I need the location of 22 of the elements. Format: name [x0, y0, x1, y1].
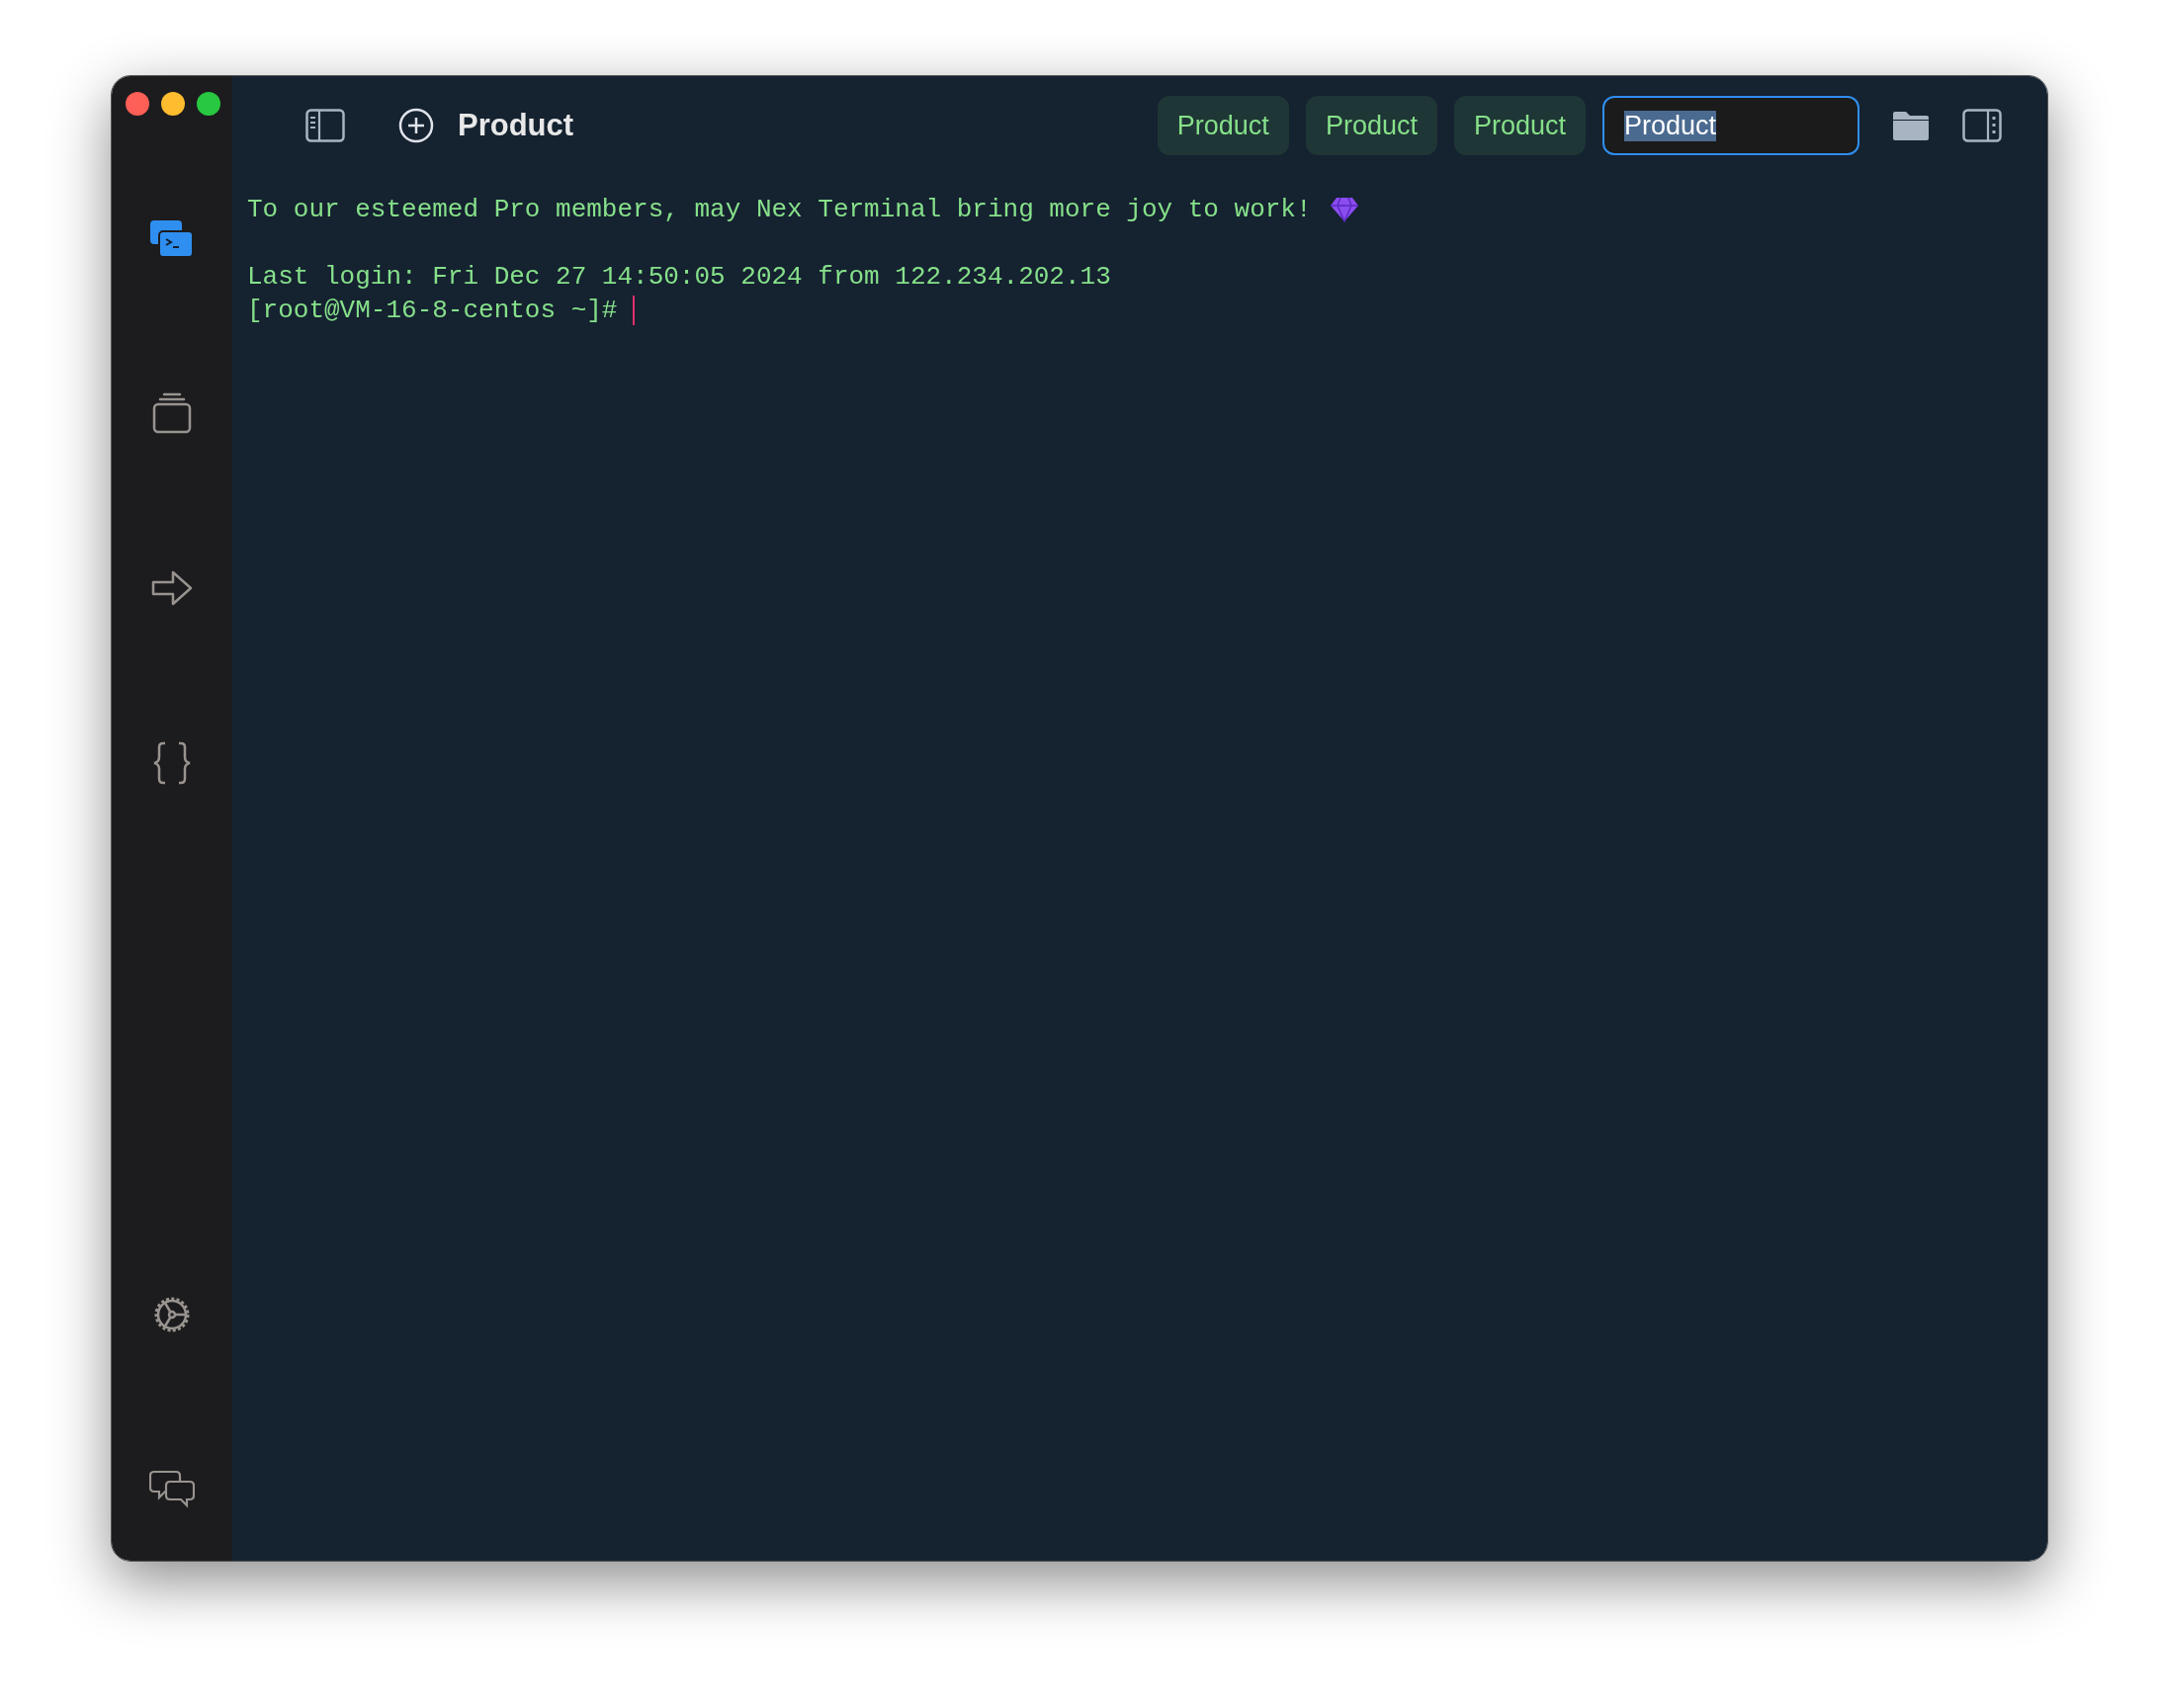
text-cursor [633, 296, 636, 325]
session-title: Product [458, 108, 574, 143]
arrow-icon [150, 568, 194, 607]
session-tab[interactable]: Product [1157, 96, 1289, 155]
minimize-button[interactable] [161, 92, 185, 116]
terminal-line: To our esteemed Pro members, may Nex Terminal bring more joy to work! [247, 194, 1312, 226]
right-panel-icon[interactable] [1962, 109, 2002, 142]
chat-icon [149, 1469, 195, 1509]
session-tab[interactable]: Product [1305, 96, 1437, 155]
close-button[interactable] [126, 92, 149, 116]
terminal-icon [149, 219, 195, 259]
session-tab[interactable]: Product [1453, 96, 1586, 155]
braces-icon [152, 740, 192, 785]
add-icon[interactable] [398, 108, 434, 143]
diamond-icon [1329, 197, 1359, 222]
terminal-line: Last login: Fri Dec 27 14:50:05 2024 from 122.234.202.13 [247, 261, 1111, 294]
zoom-button[interactable] [197, 92, 220, 116]
layers-icon [152, 391, 192, 434]
sidebar-toggle-icon[interactable] [305, 109, 345, 142]
shell-prompt: [root@VM-16-8-centos ~]# [247, 295, 618, 327]
tab-name-field[interactable]: Product [1602, 96, 1859, 155]
folder-icon[interactable] [1891, 110, 1931, 141]
